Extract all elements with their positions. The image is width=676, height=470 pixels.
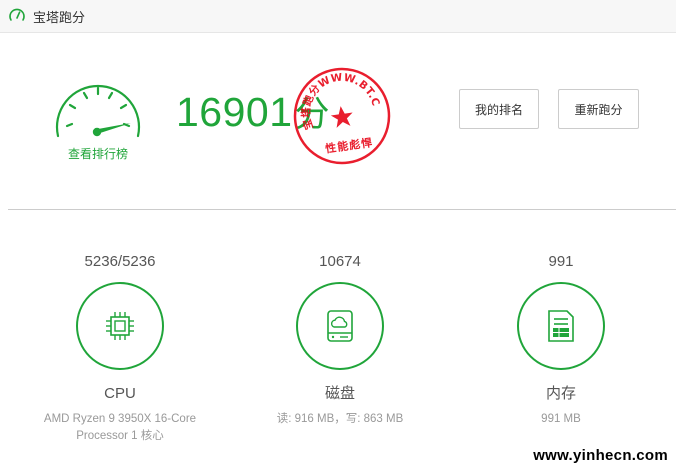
disk-metric: 10674 磁盘 读: 916 MB，写: 863 MB (230, 250, 450, 428)
memory-label: 内存 (545, 385, 576, 402)
section-divider (8, 209, 676, 210)
title-bar: 宝塔跑分 (0, 0, 676, 33)
rerun-benchmark-button[interactable]: 重新跑分 (558, 89, 639, 129)
site-watermark: www.yinhecn.com (533, 447, 668, 464)
view-leaderboard-link[interactable]: 查看排行榜 (52, 145, 144, 162)
bt-seal-stamp: 宝塔跑分WWW.BT.CN 性能彪悍 (292, 66, 391, 165)
cpu-model-line1: AMD Ryzen 9 3950X 16-Core (43, 413, 197, 425)
cpu-label: CPU (104, 385, 136, 402)
disk-description: 读: 916 MB，写: 863 MB (276, 413, 404, 425)
memory-metric: 991 内存 991 MB (451, 250, 671, 428)
cpu-metric: 5236/5236 CPU AMD Ryzen 9 3950X 16-Core … (10, 250, 230, 445)
cpu-icon-circle (76, 282, 164, 370)
cpu-model-line2: Processor 1 核心 (76, 430, 164, 442)
disk-drive-icon (327, 310, 353, 342)
disk-label: 磁盘 (324, 385, 355, 402)
memory-icon (548, 310, 574, 342)
disk-score: 10674 (319, 253, 361, 270)
disk-icon-circle (296, 282, 384, 370)
speedometer-icon (9, 8, 25, 21)
score-value: 16901 (176, 89, 293, 135)
my-ranking-button[interactable]: 我的排名 (459, 89, 539, 129)
cpu-description: AMD Ryzen 9 3950X 16-Core Processor 1 核心 (10, 411, 230, 445)
speedometer-gauge-icon[interactable] (50, 82, 146, 142)
memory-description: 991 MB (541, 413, 581, 425)
cpu-chip-icon (106, 312, 134, 340)
memory-icon-circle (517, 282, 605, 370)
window-title: 宝塔跑分 (33, 9, 86, 25)
cpu-score: 5236/5236 (84, 253, 156, 270)
memory-score: 991 (548, 253, 574, 270)
stamp-bottom-text: 性能彪悍 (324, 135, 373, 156)
